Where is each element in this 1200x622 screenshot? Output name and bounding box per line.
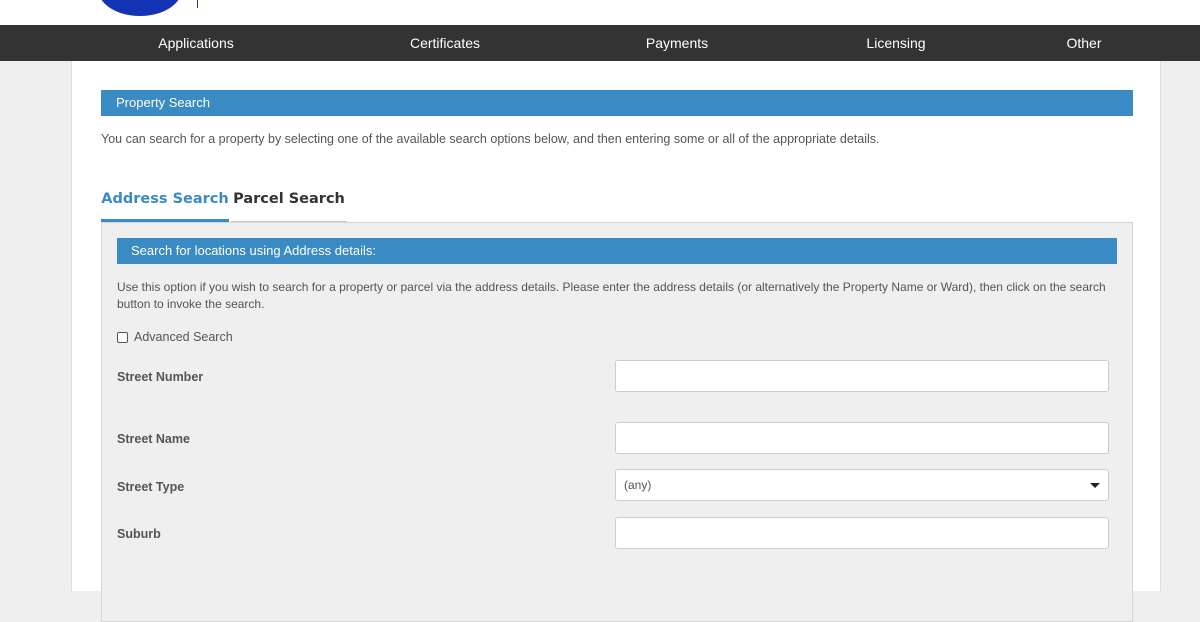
advanced-search-option: Advanced Search <box>117 329 233 345</box>
advanced-search-label: Advanced Search <box>134 330 233 344</box>
nav-item-applications[interactable]: Applications <box>136 25 256 61</box>
advanced-search-checkbox[interactable] <box>117 331 128 343</box>
site-logo[interactable] <box>98 0 182 16</box>
street-type-label: Street Type <box>117 480 185 494</box>
street-number-input[interactable] <box>615 360 1109 392</box>
tab-address-search[interactable]: Address Search <box>101 181 229 222</box>
property-search-header: Property Search <box>101 90 1133 116</box>
nav-item-licensing[interactable]: Licensing <box>836 25 956 61</box>
top-banner <box>0 0 1200 25</box>
address-search-panel: Search for locations using Address detai… <box>101 222 1133 622</box>
logo-divider <box>197 0 198 8</box>
main-content: Property Search You can search for a pro… <box>71 61 1161 622</box>
nav-item-payments[interactable]: Payments <box>617 25 737 61</box>
nav-item-other[interactable]: Other <box>1044 25 1124 61</box>
street-number-label: Street Number <box>117 370 204 384</box>
chevron-down-icon <box>1090 483 1100 488</box>
street-type-selected-value: (any) <box>624 478 652 492</box>
street-name-input[interactable] <box>615 422 1109 454</box>
property-search-intro: You can search for a property by selecti… <box>101 132 880 146</box>
main-nav: Applications Certificates Payments Licen… <box>0 25 1200 61</box>
street-name-label: Street Name <box>117 432 190 446</box>
nav-item-certificates[interactable]: Certificates <box>385 25 505 61</box>
street-type-select[interactable]: (any) <box>615 469 1109 501</box>
suburb-label: Suburb <box>117 527 161 541</box>
address-panel-description: Use this option if you wish to search fo… <box>117 280 1106 311</box>
tab-parcel-search[interactable]: Parcel Search <box>231 181 347 222</box>
search-tabs: Address Search Parcel Search <box>101 181 347 222</box>
address-panel-header: Search for locations using Address detai… <box>117 238 1117 264</box>
suburb-input[interactable] <box>615 517 1109 549</box>
